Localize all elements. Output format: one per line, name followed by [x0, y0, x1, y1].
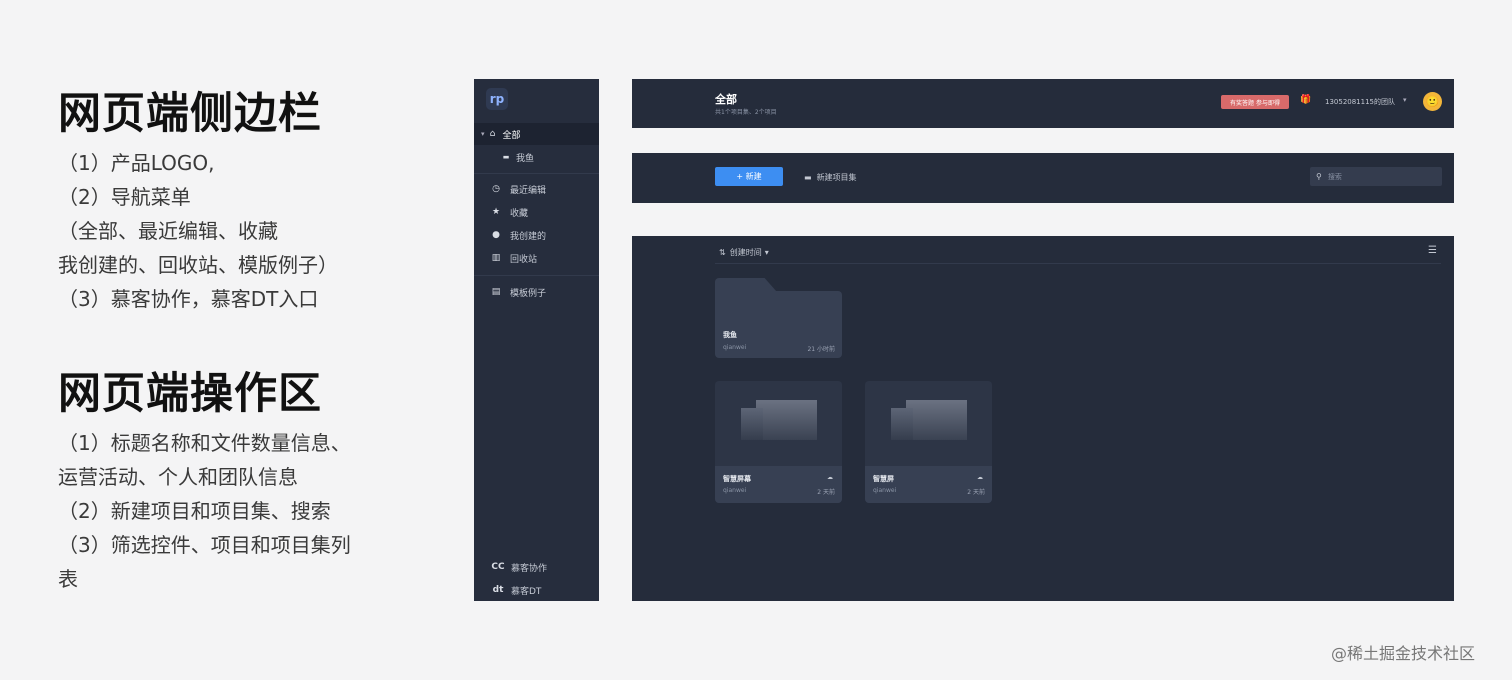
chevron-down-icon[interactable]: ▾ [481, 130, 485, 138]
project-card[interactable]: 智慧屏幕 ☁ qianwei 2 天前 [715, 381, 842, 503]
team-selector[interactable]: 13052081115的团队 [1325, 97, 1395, 107]
sidebar-item-mooc-dt[interactable]: dt 慕客DT [474, 579, 599, 601]
card-time: 21 小时前 [807, 346, 835, 353]
annotation-line: 我创建的、回收站、模版例子） [58, 253, 338, 277]
sidebar-item-label: 收藏 [510, 208, 529, 219]
watermark: @稀土掘金技术社区 [1331, 644, 1476, 663]
card-meta: 智慧屏幕 ☁ qianwei 2 天前 [715, 466, 842, 503]
sort-label: 创建时间 [729, 248, 762, 257]
annotation-line: （3）慕客协作，慕客DT入口 [58, 287, 319, 311]
chevron-down-icon: ▾ [764, 248, 769, 257]
new-button[interactable]: + 新建 [715, 167, 783, 186]
sidebar-item-label: 我鱼 [516, 153, 535, 164]
annotation-title: 网页端侧边栏 [58, 89, 322, 139]
template-icon: ▤ [491, 287, 501, 297]
annotation-line: （全部、最近编辑、收藏 [58, 219, 278, 243]
gift-icon[interactable]: 🎁 [1300, 95, 1311, 105]
search-input[interactable]: ⚲ 搜索 [1310, 167, 1442, 186]
sidebar-item-mooc-collab[interactable]: CC 慕客协作 [474, 556, 599, 578]
sort-filter[interactable]: ⇅ 创建时间 ▾ [719, 247, 769, 258]
project-set-card[interactable]: 我鱼 qianwei 21 小时前 [715, 278, 842, 358]
sidebar-item-recent[interactable]: ◷ 最近编辑 [474, 178, 599, 200]
annotation-line: （1）产品LOGO, [58, 151, 215, 175]
card-time: 2 天前 [967, 489, 985, 496]
sidebar-item-label: 回收站 [510, 254, 538, 265]
project-thumbnail [715, 381, 842, 466]
sidebar-item-folder[interactable]: ▬ 我鱼 [474, 146, 599, 168]
card-owner: qianwei [873, 487, 897, 494]
card-meta: 智慧屏 ☁ qianwei 2 天前 [865, 466, 992, 503]
chevron-down-icon[interactable]: ▾ [1403, 96, 1407, 104]
sidebar-item-label: 最近编辑 [510, 185, 547, 196]
sidebar-item-favorites[interactable]: ★ 收藏 [474, 201, 599, 223]
card-name: 智慧屏 [873, 475, 894, 483]
trash-icon: ▥ [491, 253, 501, 263]
cloud-icon: ☁ [977, 474, 983, 481]
new-project-set-button[interactable]: ▬ 新建项目集 [804, 172, 857, 183]
divider [474, 275, 599, 276]
file-count-info: 共1个项目集、2个项目 [715, 109, 777, 116]
annotation-line: （2）新建项目和项目集、搜索 [58, 499, 331, 523]
search-placeholder: 搜索 [1327, 172, 1342, 181]
project-thumbnail [865, 381, 992, 466]
annotation-line: （1）标题名称和文件数量信息、 [58, 431, 351, 455]
annotation-line: 运营活动、个人和团队信息 [58, 465, 298, 489]
project-list-area: ⇅ 创建时间 ▾ ☰ 我鱼 qianwei 21 小时前 智慧屏幕 ☁ qian… [632, 236, 1454, 601]
sidebar-item-trash[interactable]: ▥ 回收站 [474, 247, 599, 269]
user-icon: ● [492, 230, 500, 240]
sidebar-item-created[interactable]: ● 我创建的 [474, 224, 599, 246]
header-bar: 全部 共1个项目集、2个项目 有奖答题 参与即得 🎁 13052081115的团… [632, 79, 1454, 128]
page-title: 全部 [715, 93, 737, 106]
product-logo[interactable]: rp [486, 88, 508, 110]
dt-logo-icon: dt [492, 585, 504, 595]
home-icon: ⌂ [489, 129, 496, 139]
sidebar-item-all[interactable]: ▾ ⌂ 全部 [474, 123, 599, 145]
clock-icon: ◷ [492, 184, 500, 194]
card-owner: qianwei [723, 344, 747, 351]
sidebar-annotation: 网页端侧边栏 （1）产品LOGO, （2）导航菜单 （全部、最近编辑、收藏 我创… [58, 88, 398, 316]
sidebar-item-label: 慕客DT [511, 586, 542, 597]
promo-banner[interactable]: 有奖答题 参与即得 [1221, 95, 1289, 109]
annotation-line: 表 [58, 567, 78, 591]
card-time: 2 天前 [817, 489, 835, 496]
folder-icon: ▬ [804, 173, 812, 182]
sidebar-item-label: 慕客协作 [511, 563, 548, 574]
cc-logo-icon: CC [491, 562, 505, 572]
sidebar-item-label: 我创建的 [510, 231, 547, 242]
avatar[interactable]: 🙂 [1423, 92, 1442, 111]
divider [715, 263, 1441, 264]
folder-icon: ▬ [502, 153, 510, 161]
cloud-icon: ☁ [827, 474, 833, 481]
list-view-icon[interactable]: ☰ [1428, 245, 1437, 256]
sidebar-item-label: 全部 [502, 130, 521, 141]
sidebar: rp ▾ ⌂ 全部 ▬ 我鱼 ◷ 最近编辑 ★ 收藏 ● 我创建的 ▥ 回收站 … [474, 79, 599, 601]
card-name: 智慧屏幕 [723, 475, 751, 483]
sidebar-item-templates[interactable]: ▤ 模板例子 [474, 281, 599, 303]
card-name: 我鱼 [723, 331, 737, 339]
new-project-set-label: 新建项目集 [816, 173, 857, 182]
folder-tab [715, 278, 777, 292]
sort-icon: ⇅ [719, 248, 726, 257]
card-owner: qianwei [723, 487, 747, 494]
annotation-line: （2）导航菜单 [58, 185, 191, 209]
star-icon: ★ [491, 207, 501, 217]
annotation-title: 网页端操作区 [58, 369, 322, 419]
toolbar: + 新建 ▬ 新建项目集 ⚲ 搜索 [632, 153, 1454, 203]
divider [474, 173, 599, 174]
sidebar-item-label: 模板例子 [510, 288, 547, 299]
operation-annotation: 网页端操作区 （1）标题名称和文件数量信息、 运营活动、个人和团队信息 （2）新… [58, 368, 398, 596]
search-icon: ⚲ [1316, 172, 1322, 181]
annotation-line: （3）筛选控件、项目和项目集列 [58, 533, 351, 557]
project-card[interactable]: 智慧屏 ☁ qianwei 2 天前 [865, 381, 992, 503]
